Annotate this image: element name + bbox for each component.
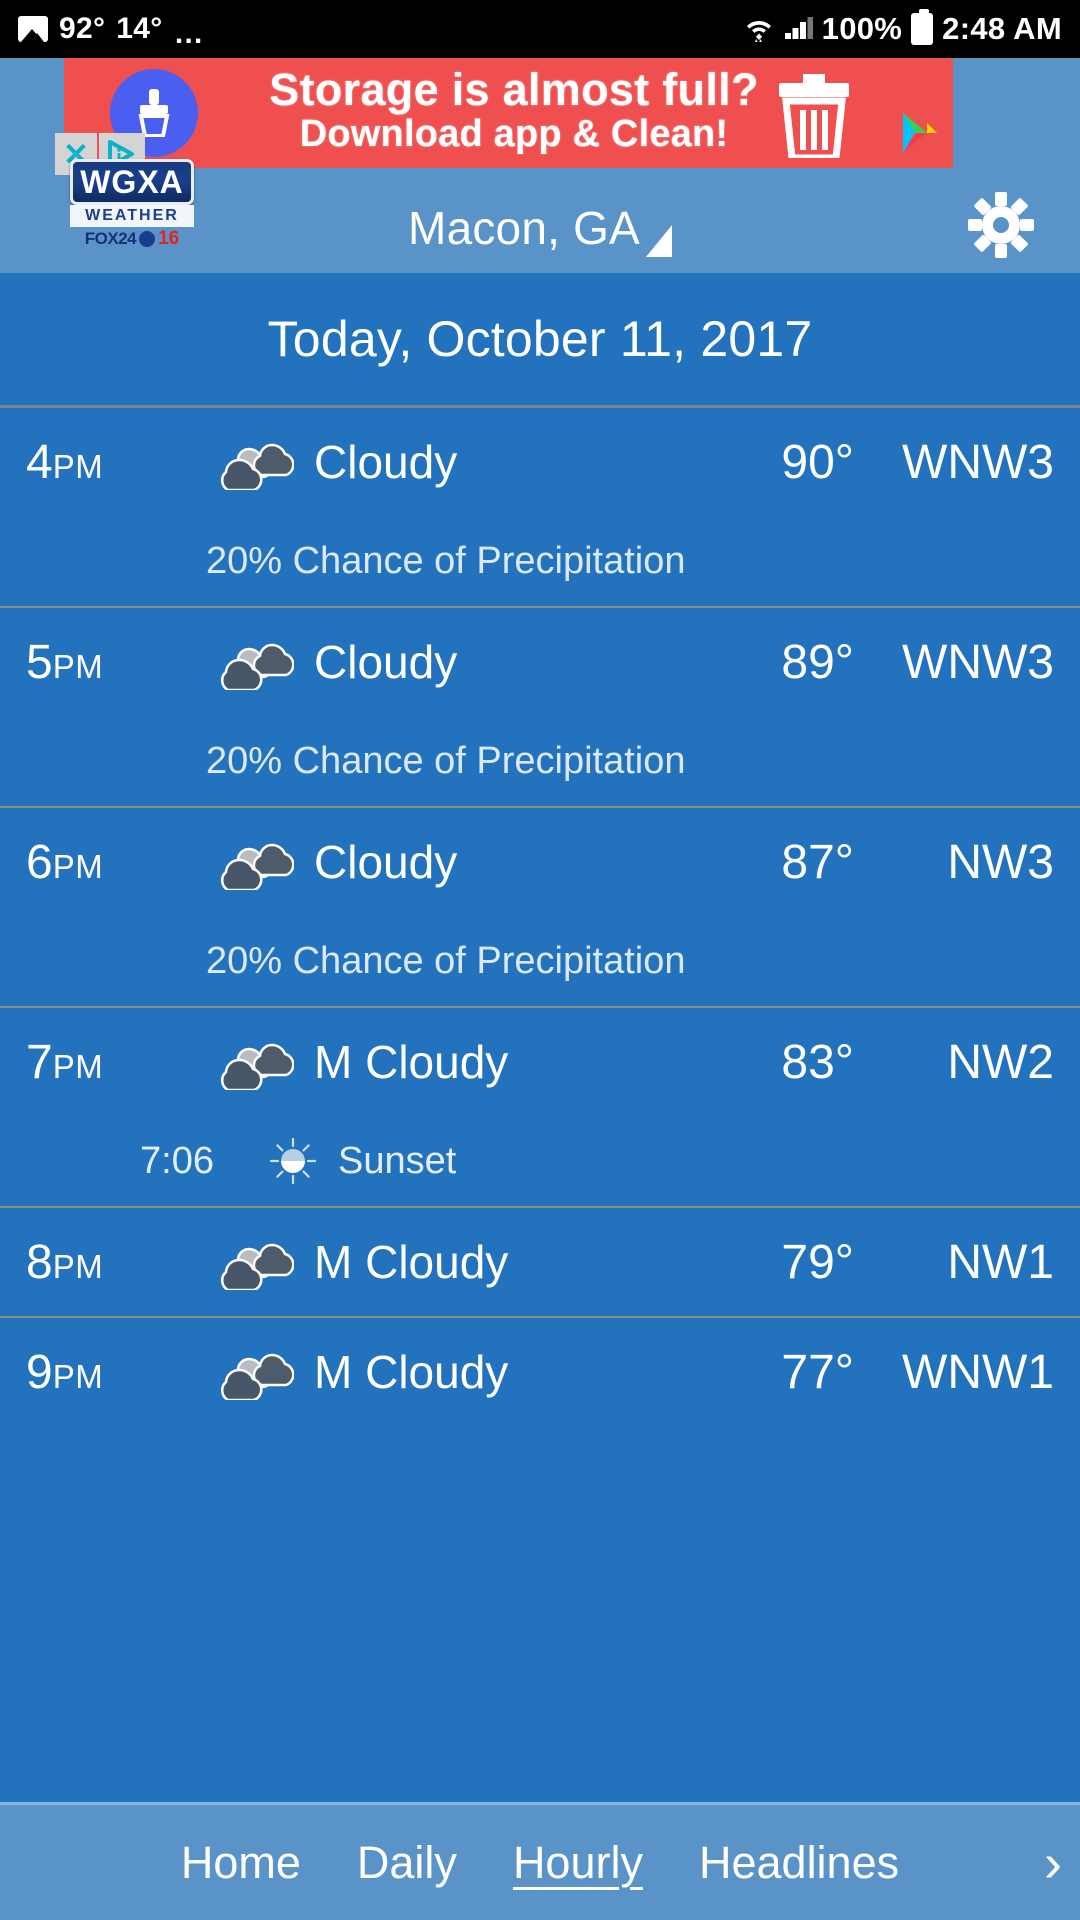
status-bar-left: 92° 14° … — [18, 12, 206, 50]
wind-value: WNW3 — [902, 635, 1054, 689]
status-bar: 92° 14° … 100% 2:48 AM — [0, 0, 1080, 58]
ad-banner[interactable]: Storage is almost full? Download app & C… — [64, 58, 953, 168]
condition-icon — [216, 634, 308, 690]
hourly-row-main: 9PM M Cloudy 77° WNW1 — [0, 1318, 1080, 1426]
hourly-row[interactable]: 6PM Cloudy 87° NW3 20% Chance of Precipitati… — [0, 808, 1080, 1008]
hourly-row-main: 5PM Cloudy 89° WNW3 — [0, 608, 1080, 716]
hourly-row[interactable]: 7PM M Cloudy 83° NW2 7:06 Sunset — [0, 1008, 1080, 1208]
bottom-navigation: Home Daily Hourly Headlines › — [0, 1802, 1080, 1920]
hourly-row-main: 4PM Cloudy 90° WNW3 — [0, 408, 1080, 516]
ad-text: Storage is almost full? Download app & C… — [204, 64, 824, 156]
station-logo-name: WGXA — [70, 159, 194, 205]
wind-value: NW2 — [947, 1035, 1054, 1089]
hour-label: 6PM — [26, 835, 104, 889]
wind-value: NW1 — [947, 1235, 1054, 1289]
hourly-row[interactable]: 4PM Cloudy 90° WNW3 20% Chance of Precipitat… — [0, 408, 1080, 608]
precipitation-note: 20% Chance of Precipitation — [0, 716, 1080, 806]
battery-percent: 100% — [821, 11, 903, 46]
precipitation-text: 20% Chance of Precipitation — [206, 939, 686, 982]
hour-meridiem: PM — [52, 647, 104, 685]
gear-icon — [968, 192, 1034, 258]
condition-icon — [216, 1034, 308, 1090]
hour-label: 8PM — [26, 1235, 104, 1289]
condition-label: Cloudy — [314, 636, 458, 688]
hourly-forecast-list: 4PM Cloudy 90° WNW3 20% Chance of Precipitat… — [0, 408, 1080, 1426]
settings-button[interactable] — [966, 190, 1036, 265]
wind-value: WNW1 — [902, 1345, 1054, 1399]
hour-meridiem: PM — [52, 847, 104, 885]
hour-meridiem: PM — [52, 1047, 104, 1085]
hourly-row[interactable]: 9PM M Cloudy 77° WNW1 — [0, 1318, 1080, 1426]
temperature-value: 89° — [781, 635, 854, 689]
hourly-row-main: 8PM M Cloudy 79° NW1 — [0, 1208, 1080, 1316]
hourly-row-main: 6PM Cloudy 87° NW3 — [0, 808, 1080, 916]
sunset-label: Sunset — [338, 1139, 457, 1182]
temperature-value: 87° — [781, 835, 854, 889]
condition-label: M Cloudy — [314, 1236, 509, 1288]
condition-label: Cloudy — [314, 436, 458, 488]
app-header: WGXA WEATHER FOX24 16 Macon, GA — [0, 159, 1080, 273]
hour-label: 5PM — [26, 635, 104, 689]
status-bar-right: 100% 2:48 AM — [744, 9, 1062, 47]
trash-can-icon — [775, 74, 853, 163]
condition-icon — [216, 1344, 308, 1400]
hourly-row[interactable]: 5PM Cloudy 89° WNW3 20% Chance of Precipitat… — [0, 608, 1080, 808]
nav-item-hourly[interactable]: Hourly — [513, 1837, 643, 1889]
cloudy-icon — [221, 643, 294, 690]
app-screen: 92° 14° … 100% 2:48 AM Storage is almost… — [0, 0, 1080, 1920]
hour-label: 7PM — [26, 1035, 104, 1089]
precipitation-text: 20% Chance of Precipitation — [206, 739, 686, 782]
google-play-icon[interactable] — [899, 111, 939, 160]
wind-value: NW3 — [947, 835, 1054, 889]
condition-icon — [216, 434, 308, 490]
cellular-signal-icon — [783, 15, 813, 43]
condition-label: Cloudy — [314, 836, 458, 888]
cloudy-icon — [221, 1043, 294, 1090]
sunset-time: 7:06 — [140, 1139, 214, 1182]
cloudy-icon — [221, 1243, 294, 1290]
ad-headline: Storage is almost full? — [269, 64, 759, 115]
status-temp-secondary: 14° — [116, 12, 163, 45]
nav-item-daily[interactable]: Daily — [357, 1837, 457, 1889]
status-temp-primary: 92° — [59, 12, 106, 45]
battery-full-icon — [911, 9, 934, 45]
hour-label: 4PM — [26, 435, 104, 489]
temperature-value: 79° — [781, 1235, 854, 1289]
location-selector[interactable]: Macon, GA — [0, 201, 1080, 257]
picture-icon — [18, 16, 48, 42]
cloudy-icon — [221, 843, 294, 890]
temperature-value: 83° — [781, 1035, 854, 1089]
precipitation-note: 20% Chance of Precipitation — [0, 516, 1080, 606]
hour-label: 9PM — [26, 1345, 104, 1399]
dropdown-caret-icon — [645, 224, 672, 257]
sunset-note: 7:06 Sunset — [0, 1116, 1080, 1206]
precipitation-text: 20% Chance of Precipitation — [206, 539, 686, 582]
location-label: Macon, GA — [408, 201, 640, 254]
sunset-icon — [270, 1138, 316, 1184]
wifi-icon — [744, 14, 774, 44]
wind-value: WNW3 — [902, 435, 1054, 489]
nav-item-headlines[interactable]: Headlines — [699, 1837, 899, 1889]
temperature-value: 90° — [781, 435, 854, 489]
condition-label: M Cloudy — [314, 1036, 509, 1088]
hourly-row[interactable]: 8PM M Cloudy 79° NW1 — [0, 1208, 1080, 1318]
hourly-row-main: 7PM M Cloudy 83° NW2 — [0, 1008, 1080, 1116]
cloudy-icon — [221, 443, 294, 490]
condition-icon — [216, 1234, 308, 1290]
hour-meridiem: PM — [52, 447, 104, 485]
cloudy-icon — [221, 1353, 294, 1400]
precipitation-note: 20% Chance of Precipitation — [0, 916, 1080, 1006]
status-clock: 2:48 AM — [942, 11, 1062, 46]
condition-icon — [216, 834, 308, 890]
condition-label: M Cloudy — [314, 1346, 509, 1398]
hour-meridiem: PM — [52, 1357, 104, 1395]
hour-meridiem: PM — [52, 1247, 104, 1285]
date-header: Today, October 11, 2017 — [0, 273, 1080, 408]
temperature-value: 77° — [781, 1345, 854, 1399]
status-overflow-icon: … — [173, 17, 206, 50]
date-header-label: Today, October 11, 2017 — [267, 311, 813, 367]
nav-item-home[interactable]: Home — [181, 1837, 301, 1889]
nav-next-chevron-icon[interactable]: › — [1044, 1836, 1062, 1890]
ad-subline: Download app & Clean! — [299, 113, 729, 156]
